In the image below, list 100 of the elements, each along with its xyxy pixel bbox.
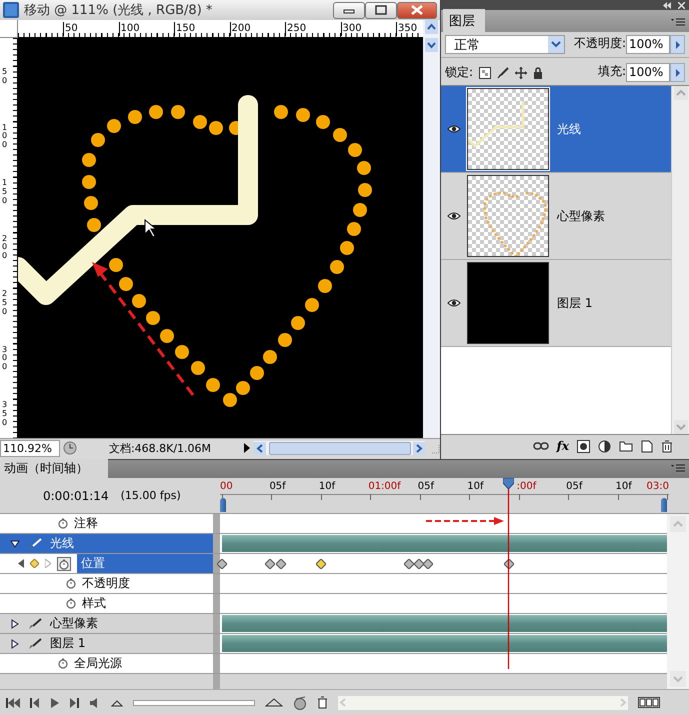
layer-name[interactable]: 光线 — [50, 535, 74, 552]
layer-row[interactable]: 心型像素 — [441, 173, 671, 260]
scroll-up-icon[interactable] — [425, 20, 438, 34]
previous-keyframe-icon[interactable] — [18, 559, 24, 568]
time-label: 00 — [220, 481, 233, 492]
horizontal-scrollbar[interactable] — [254, 441, 425, 455]
layer-row[interactable]: 心型像素 — [0, 614, 667, 634]
scroll-down-icon[interactable] — [425, 38, 438, 52]
scroll-left-icon[interactable] — [254, 442, 266, 454]
blend-mode-dropdown[interactable]: 正常 — [445, 35, 565, 54]
keyframe-marker[interactable] — [414, 559, 424, 569]
checkerboard-icon[interactable] — [479, 66, 492, 78]
keyframe-marker[interactable] — [423, 559, 434, 569]
layer-name: 图层 1 — [557, 294, 592, 312]
close-button[interactable] — [397, 2, 437, 18]
next-frame-icon[interactable] — [69, 698, 79, 708]
first-frame-icon[interactable] — [6, 698, 20, 708]
fill-slider-button[interactable] — [670, 63, 685, 82]
canvas[interactable] — [18, 38, 423, 438]
close-icon[interactable] — [678, 2, 685, 8]
disclosure-triangle-icon[interactable] — [10, 638, 20, 648]
stopwatch-icon[interactable] — [57, 556, 71, 570]
layer-name: 光线 — [557, 120, 581, 138]
layer-row[interactable]: 图层 1 — [441, 260, 671, 347]
effects-button[interactable]: fx — [556, 439, 569, 453]
opacity-field[interactable]: 100% — [626, 35, 670, 54]
minimize-button[interactable] — [333, 2, 365, 18]
link-icon[interactable] — [532, 441, 549, 451]
ruler-label: 100 — [118, 22, 140, 36]
small-mountain-icon[interactable] — [111, 698, 123, 706]
timeline-tab[interactable]: 动画（时间轴） — [0, 459, 108, 478]
property-name[interactable]: 样式 — [82, 595, 106, 612]
scrollbar[interactable] — [423, 20, 440, 38]
ruler-label: 50 — [63, 22, 78, 36]
move-icon[interactable] — [515, 66, 528, 78]
eye-icon[interactable] — [447, 211, 461, 221]
property-name[interactable]: 注释 — [74, 515, 98, 532]
mask-icon[interactable] — [577, 440, 590, 452]
layer-row[interactable]: 光线 — [441, 86, 671, 173]
ruler-label: 200 — [230, 22, 251, 36]
property-name[interactable]: 位置 — [77, 554, 213, 573]
trash-icon[interactable] — [661, 440, 673, 452]
brush-icon[interactable] — [497, 66, 510, 78]
keyframe-marker[interactable] — [504, 559, 514, 569]
layer-name[interactable]: 心型像素 — [50, 615, 98, 632]
scroll-right-icon[interactable] — [413, 442, 425, 454]
frame-animation-button[interactable] — [638, 697, 660, 708]
ruler-label: 250 — [285, 22, 306, 36]
time-label: 01:00f — [368, 481, 401, 492]
layers-tab[interactable]: 图层 — [443, 9, 485, 32]
time-label: 10f — [467, 481, 484, 492]
folder-icon[interactable] — [619, 440, 633, 452]
layer-row[interactable]: 光线 — [0, 534, 667, 554]
lock-icon[interactable] — [533, 66, 544, 78]
ruler-label: 250 — [2, 290, 8, 316]
stopwatch-icon[interactable] — [66, 598, 76, 609]
zoom-field[interactable]: 110.92% — [0, 440, 60, 456]
eye-icon[interactable] — [447, 298, 461, 308]
ruler-label: 100 — [2, 124, 8, 150]
maximize-button[interactable] — [365, 2, 397, 18]
disclosure-triangle-icon[interactable] — [10, 538, 20, 548]
close-icon — [411, 5, 423, 15]
play-icon[interactable] — [243, 443, 251, 453]
work-area-end-handle[interactable] — [661, 498, 667, 512]
stopwatch-icon[interactable] — [66, 578, 76, 589]
menu-icon[interactable] — [671, 18, 685, 26]
mountain-icon[interactable] — [265, 698, 283, 707]
stopwatch-icon[interactable] — [58, 658, 68, 669]
playhead[interactable] — [503, 478, 514, 669]
disclosure-triangle-icon[interactable] — [10, 618, 20, 628]
layer-row[interactable]: 图层 1 — [0, 634, 667, 654]
fill-label: 填充: — [598, 63, 626, 80]
adjustment-icon[interactable] — [598, 440, 611, 452]
menu-icon[interactable] — [671, 464, 685, 472]
keyframe-marker[interactable] — [316, 559, 326, 569]
eye-icon[interactable] — [447, 124, 461, 134]
scroll-thumb[interactable] — [268, 442, 410, 454]
chevron-down-icon[interactable] — [548, 36, 564, 53]
keyframe-marker[interactable] — [404, 559, 414, 569]
keyframe-marker[interactable] — [217, 559, 227, 569]
work-area-start-handle[interactable] — [220, 498, 226, 512]
previous-frame-icon[interactable] — [30, 698, 40, 708]
fill-field[interactable]: 100% — [626, 63, 670, 82]
keyframe-marker[interactable] — [264, 559, 275, 569]
time-label: 05f — [418, 481, 434, 492]
clock-icon[interactable] — [63, 441, 77, 455]
trash-icon[interactable] — [317, 696, 328, 709]
tween-icon[interactable] — [293, 696, 307, 710]
time-ruler[interactable]: 00 05f 10f 01:00f 05f 10f :00f 05f 10f 03:0 — [220, 478, 669, 513]
keyframe-icon[interactable] — [30, 559, 39, 568]
keyframe-marker[interactable] — [276, 559, 286, 569]
ruler-label: 150 — [174, 22, 196, 36]
ruler-label: 350 — [396, 22, 418, 36]
opacity-slider-button[interactable] — [670, 35, 685, 54]
stopwatch-icon[interactable] — [58, 518, 68, 529]
brush-icon — [28, 638, 42, 650]
new-layer-icon[interactable] — [641, 440, 653, 452]
time-label: 05f — [269, 481, 286, 492]
layer-name[interactable]: 图层 1 — [50, 635, 86, 652]
scrollbar[interactable] — [423, 38, 440, 438]
